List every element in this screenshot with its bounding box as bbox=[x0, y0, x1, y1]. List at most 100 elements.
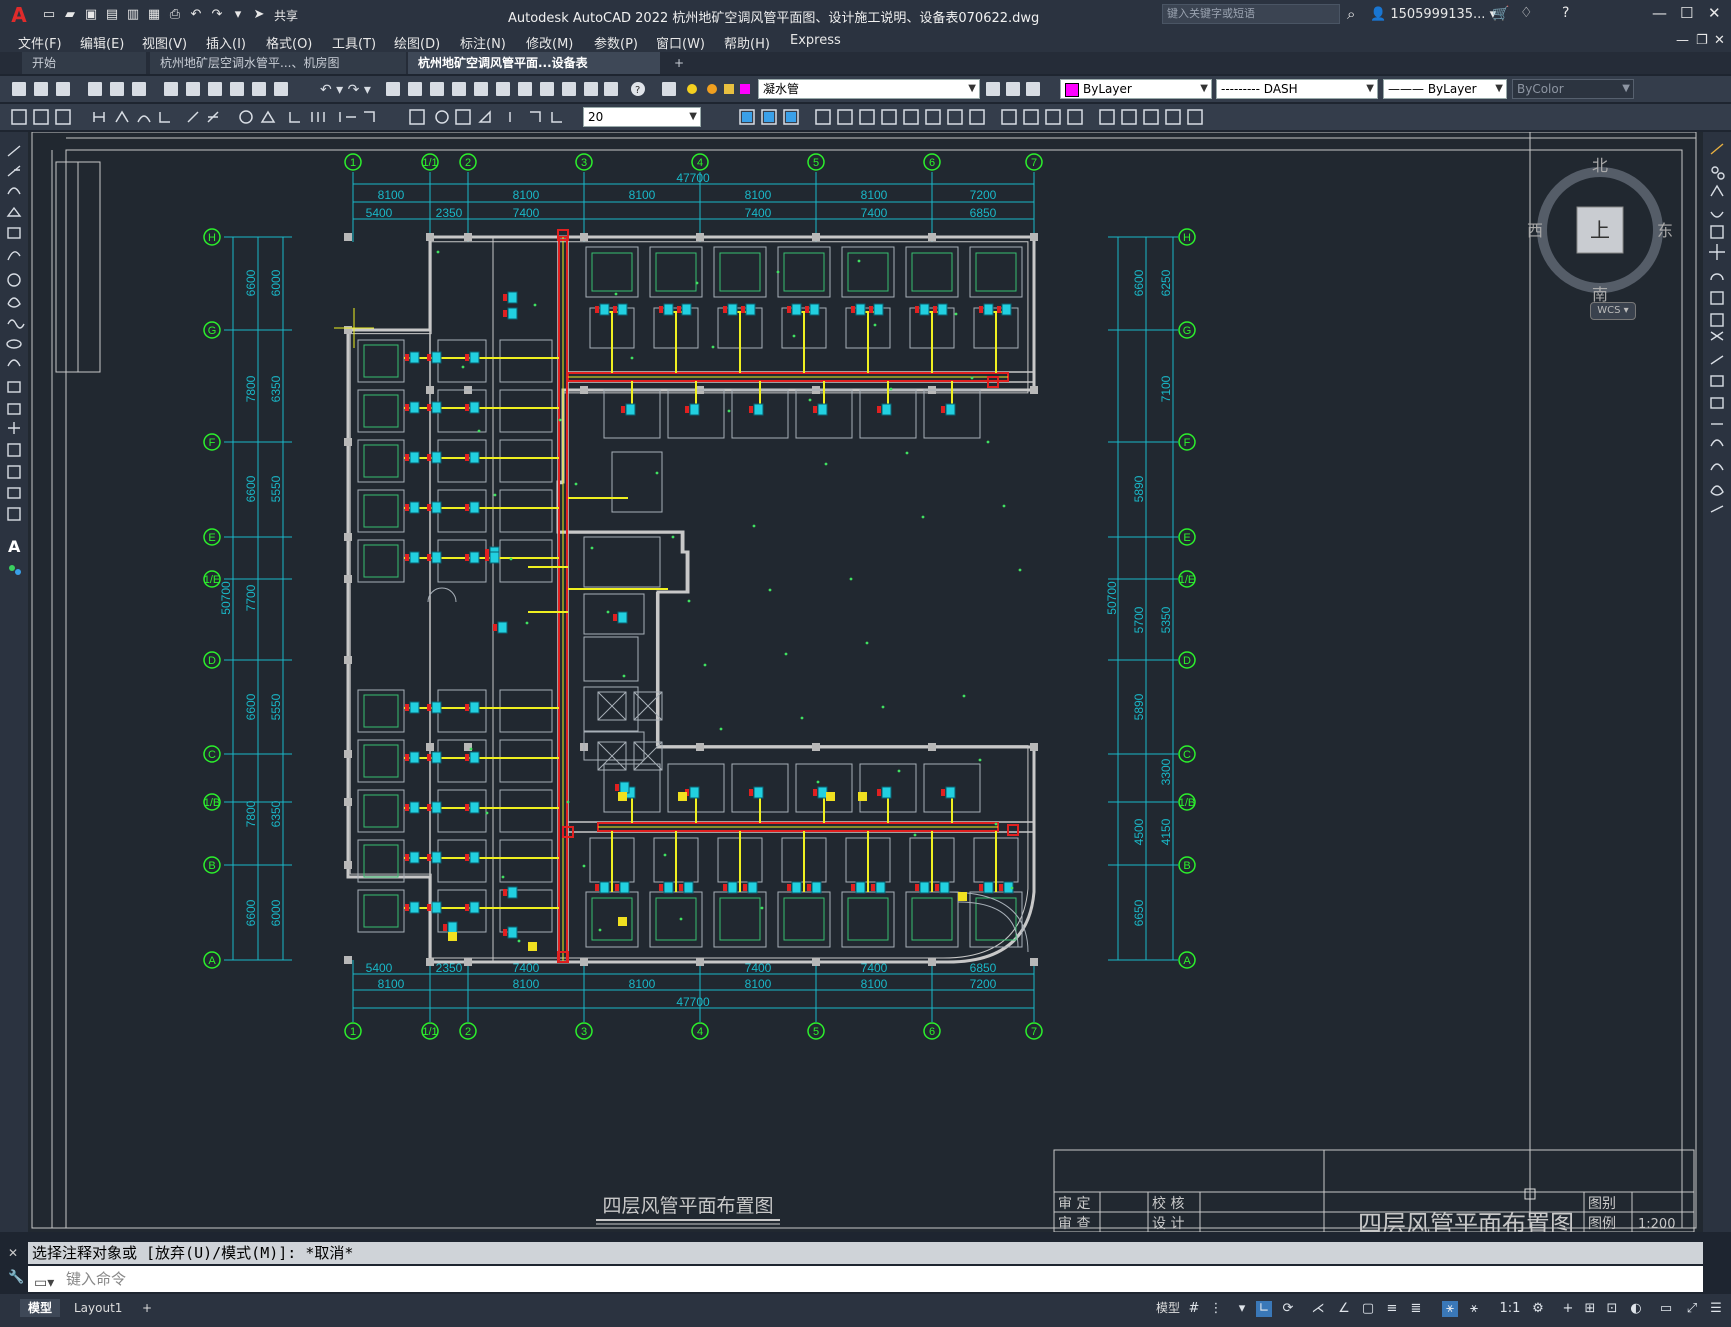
doc-minimize-icon[interactable]: — bbox=[1676, 33, 1689, 48]
tab-duct-plan-drawing[interactable]: 杭州地矿空调风管平面...设备表070622*✕ bbox=[408, 52, 660, 92]
object-snap-icon[interactable]: ▢ bbox=[1360, 1301, 1376, 1317]
tab-model[interactable]: 模型 bbox=[20, 1299, 61, 1317]
fan-coil-left bbox=[409, 901, 420, 914]
search-icon[interactable]: ⌕ bbox=[1347, 5, 1355, 23]
share-button[interactable]: 共享 bbox=[274, 7, 298, 24]
menu-file[interactable]: 文件(F) bbox=[18, 33, 62, 52]
customize-icon[interactable]: ▾ bbox=[229, 7, 247, 23]
room-bottom bbox=[585, 891, 639, 948]
grid-icon[interactable]: # bbox=[1186, 1301, 1202, 1317]
new-tab-button[interactable]: + bbox=[664, 52, 694, 74]
fan-coil-left bbox=[431, 901, 442, 914]
tab-start[interactable]: 开始 bbox=[22, 52, 146, 74]
model-space-toggle[interactable]: 模型 bbox=[1148, 1299, 1188, 1317]
maximize-button[interactable]: ☐ bbox=[1680, 4, 1693, 22]
viewcube-east[interactable]: 东 bbox=[1657, 221, 1673, 240]
modify-tool-icons[interactable] bbox=[1703, 132, 1731, 552]
search-input[interactable]: 键入关键字或短语 bbox=[1162, 4, 1340, 24]
menu-tools[interactable]: 工具(T) bbox=[332, 33, 376, 52]
fan-coil-middle bbox=[625, 403, 636, 416]
menu-format[interactable]: 格式(O) bbox=[266, 33, 312, 52]
drawing-canvas[interactable]: 1 1/1 2 3 4 5 6 7 1 1/1 2 3 4 5 6 7 H G F E 1/E D C 1/B B A H G F… bbox=[28, 132, 1703, 1232]
minimize-button[interactable]: — bbox=[1652, 4, 1667, 22]
menu-express[interactable]: Express bbox=[790, 33, 841, 48]
dim-scale-dropdown[interactable]: 20 ▼ bbox=[583, 107, 701, 127]
plus-icon[interactable]: + bbox=[1560, 1301, 1576, 1317]
viewcube-top[interactable]: 上 bbox=[1590, 218, 1610, 242]
menu-dimension[interactable]: 标注(N) bbox=[460, 33, 506, 52]
isodraft-icon[interactable]: ⋌ bbox=[1310, 1301, 1326, 1317]
close-button[interactable]: ✕ bbox=[1708, 4, 1721, 22]
tab-layout1[interactable]: Layout1 bbox=[66, 1299, 130, 1317]
tb-drawing-type: 图别 bbox=[1588, 1196, 1616, 1212]
user-account[interactable]: 👤 1505999135... ▾ bbox=[1370, 7, 1496, 22]
annotation-visibility-icon[interactable]: ⚹ bbox=[1442, 1301, 1458, 1317]
menu-parametric[interactable]: 参数(P) bbox=[594, 33, 638, 52]
command-prompt-icon[interactable]: ▭▾ bbox=[34, 1270, 54, 1296]
snap-icon[interactable]: ⋮ bbox=[1208, 1301, 1224, 1317]
dim-text-top: 2350 bbox=[436, 206, 463, 220]
viewcube[interactable]: 上 北 南 东 西 bbox=[1525, 155, 1675, 305]
add-layout-button[interactable]: + bbox=[134, 1299, 160, 1317]
save-as-icon[interactable]: ▤ bbox=[103, 7, 121, 23]
lineweight-icon[interactable]: ≡ bbox=[1384, 1301, 1400, 1317]
save-icon[interactable]: ▣ bbox=[82, 7, 100, 23]
auto-scale-icon[interactable]: ⚹ bbox=[1466, 1301, 1482, 1317]
wcs-menu[interactable]: WCS ▾ bbox=[1590, 302, 1636, 320]
annotation-scale[interactable]: 1:1 bbox=[1496, 1301, 1524, 1317]
toolbar-row-2-icons[interactable] bbox=[0, 104, 1731, 130]
menu-insert[interactable]: 插入(I) bbox=[206, 33, 246, 52]
undo-icon[interactable]: ↶ bbox=[187, 7, 205, 23]
doc-restore-icon[interactable]: ❐ bbox=[1696, 33, 1708, 48]
polar-icon[interactable]: ⟳ bbox=[1280, 1301, 1296, 1317]
grid-left-label: A bbox=[208, 955, 216, 967]
hardware-acceleration-icon[interactable]: ▭ bbox=[1658, 1301, 1674, 1317]
linetype-dropdown[interactable]: --------- DASH ▼ bbox=[1216, 79, 1378, 99]
floor-plan-drawing[interactable]: 1 1/1 2 3 4 5 6 7 1 1/1 2 3 4 5 6 7 H G F E 1/E D C 1/B B A H G F… bbox=[28, 132, 1703, 1232]
wrench-icon[interactable]: 🔧 bbox=[8, 1270, 24, 1285]
command-input[interactable]: ▭▾ 键入命令 bbox=[28, 1266, 1703, 1292]
workspace-gear-icon[interactable]: ⚙ bbox=[1530, 1301, 1546, 1317]
redo-icon[interactable]: ↷ bbox=[208, 7, 226, 23]
autocad-logo-icon[interactable]: A bbox=[8, 4, 30, 26]
transparency-icon[interactable]: ≣ bbox=[1408, 1301, 1424, 1317]
menu-edit[interactable]: 编辑(E) bbox=[80, 33, 124, 52]
isolate-objects-icon[interactable]: ◐ bbox=[1628, 1301, 1644, 1317]
fullscreen-icon[interactable]: ⤢ bbox=[1684, 1301, 1700, 1317]
menu-draw[interactable]: 绘图(D) bbox=[394, 33, 440, 52]
infer-constraints-icon[interactable]: ▾ bbox=[1234, 1301, 1250, 1317]
web-save-icon[interactable]: ▦ bbox=[145, 7, 163, 23]
layer-dropdown[interactable]: 凝水管 ▼ bbox=[758, 79, 980, 99]
close-icon[interactable]: ✕ bbox=[8, 1246, 18, 1260]
menu-modify[interactable]: 修改(M) bbox=[526, 33, 573, 52]
help-icon[interactable]: ? bbox=[1562, 5, 1569, 21]
color-dropdown[interactable]: ByLayer ▼ bbox=[1060, 79, 1212, 99]
share-icon[interactable]: ➤ bbox=[250, 7, 268, 23]
units-icon[interactable]: ⊡ bbox=[1604, 1301, 1620, 1317]
open-icon[interactable]: ▰ bbox=[61, 7, 79, 23]
plotstyle-dropdown[interactable]: ByColor ▼ bbox=[1512, 79, 1634, 99]
web-open-icon[interactable]: ▥ bbox=[124, 7, 142, 23]
doc-close-icon[interactable]: ✕ bbox=[1714, 33, 1725, 48]
viewcube-west[interactable]: 西 bbox=[1527, 221, 1543, 240]
plot-icon[interactable]: ⎙ bbox=[166, 7, 184, 23]
room-left bbox=[357, 689, 405, 733]
cart-icon[interactable]: 🛒 bbox=[1492, 6, 1509, 22]
new-icon[interactable]: ▭ bbox=[40, 7, 58, 23]
customization-icon[interactable]: ☰ bbox=[1708, 1301, 1724, 1317]
menu-window[interactable]: 窗口(W) bbox=[656, 33, 705, 52]
autodesk-app-icon[interactable]: ♢ bbox=[1520, 5, 1533, 21]
viewcube-north[interactable]: 北 bbox=[1592, 156, 1608, 175]
menu-help[interactable]: 帮助(H) bbox=[724, 33, 770, 52]
annotation-monitor-icon[interactable]: ⊞ bbox=[1582, 1301, 1598, 1317]
fan-coil-top-valve bbox=[613, 306, 617, 313]
object-snap-tracking-icon[interactable]: ∠ bbox=[1336, 1301, 1352, 1317]
lineweight-dropdown[interactable]: ——— ByLayer ▼ bbox=[1383, 79, 1507, 99]
tb-drawing-name: 四层风管平面布置图 bbox=[1358, 1210, 1574, 1232]
dim-text-right: 4150 bbox=[1159, 818, 1173, 845]
menu-view[interactable]: 视图(V) bbox=[142, 33, 187, 52]
draw-tool-icons[interactable]: A bbox=[0, 132, 28, 592]
command-line-grip[interactable]: ✕ 🔧 bbox=[4, 1244, 24, 1290]
ortho-icon[interactable]: ∟ bbox=[1256, 1301, 1272, 1317]
tab-water-pipe-drawing[interactable]: 杭州地矿层空调水管平...、机房图070622✕ bbox=[150, 52, 406, 92]
